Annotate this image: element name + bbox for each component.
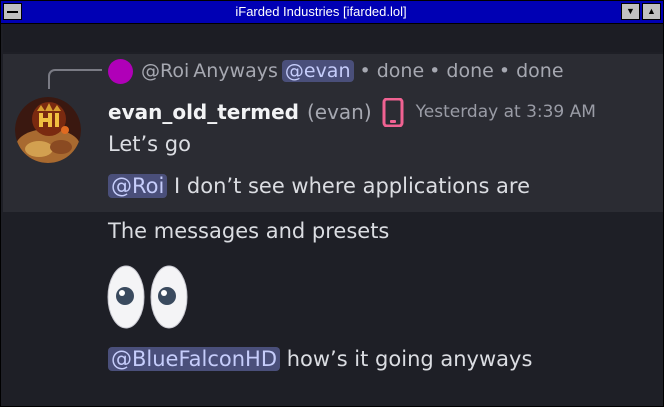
- message-line-with-mention: @Roi I don’t see where applications are: [108, 174, 530, 198]
- reply-text: Anyways: [193, 60, 278, 82]
- message-username[interactable]: evan_old_termed: [108, 100, 299, 124]
- message-line: Let’s go: [108, 132, 191, 156]
- message-text: how’s it going anyways: [286, 347, 533, 371]
- reply-extra-3: • done: [498, 60, 564, 82]
- reply-mention[interactable]: @evan: [281, 60, 354, 82]
- user-avatar[interactable]: [15, 97, 81, 163]
- message-header: evan_old_termed (evan) Yesterday at 3:39…: [108, 96, 596, 128]
- message-nickname: (evan): [306, 100, 372, 124]
- reply-extra-1: • done: [359, 60, 425, 82]
- window-title: iFarded Industries [ifarded.lol]: [235, 4, 407, 19]
- chat-area: @Roi Anyways @evan • done • done • done: [3, 24, 663, 406]
- reply-extra-2: • done: [429, 60, 494, 82]
- message-line-with-mention: @BlueFalconHD how’s it going anyways: [108, 347, 532, 371]
- title-bar[interactable]: iFarded Industries [ifarded.lol] ▼ ▲: [1, 1, 663, 24]
- reply-author[interactable]: @Roi: [141, 60, 189, 82]
- message-timestamp[interactable]: Yesterday at 3:39 AM: [416, 102, 596, 122]
- eyes-emoji: [107, 265, 188, 329]
- message-line: The messages and presets: [108, 219, 390, 243]
- app-window: iFarded Industries [ifarded.lol] ▼ ▲ @Ro…: [0, 0, 664, 407]
- minimize-button[interactable]: ▼: [621, 3, 640, 20]
- previous-message-area: [3, 24, 663, 52]
- phone-icon: [382, 97, 404, 127]
- reply-connector-line: [48, 69, 102, 89]
- mention-bluefalconhd[interactable]: @BlueFalconHD: [108, 347, 280, 371]
- system-menu-button[interactable]: [3, 3, 22, 20]
- system-menu-icon: [7, 11, 18, 13]
- reply-avatar[interactable]: [108, 58, 133, 84]
- reply-preview[interactable]: @Roi Anyways @evan • done • done • done: [108, 56, 569, 86]
- mention-roi[interactable]: @Roi: [108, 174, 168, 198]
- maximize-button[interactable]: ▲: [642, 3, 661, 20]
- message-text: I don’t see where applications are: [174, 174, 531, 198]
